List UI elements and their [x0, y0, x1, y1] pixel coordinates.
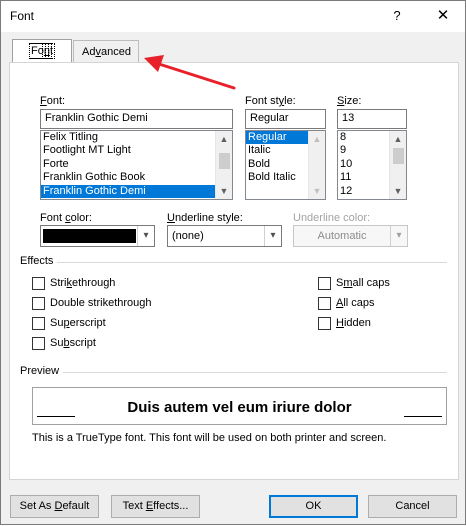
underline-style-dropdown[interactable]: (none) ▾: [167, 225, 282, 247]
font-color-label: Font color:: [40, 212, 92, 224]
checkbox-label: Strikethrough: [50, 277, 116, 289]
preview-baseline-left: [37, 416, 75, 417]
scroll-up-icon: ▲: [312, 134, 322, 144]
checkbox-label: Superscript: [50, 317, 106, 329]
preview-sample-text: Duis autem vel eum iriure dolor: [127, 399, 352, 416]
style-list-item[interactable]: Italic: [246, 144, 308, 157]
checkbox-box[interactable]: [318, 297, 331, 310]
cancel-button[interactable]: Cancel: [368, 495, 457, 518]
style-list-item[interactable]: Bold Italic: [246, 171, 308, 184]
tab-font-label: Font: [28, 43, 56, 59]
preview-note: This is a TrueType font. This font will …: [32, 432, 387, 444]
size-list[interactable]: 8 9 10 11 12 ▲ ▼: [337, 130, 407, 200]
size-list-item[interactable]: 11: [338, 171, 389, 184]
scroll-down-icon[interactable]: ▼: [216, 183, 232, 199]
title-bar: Font ? ✕: [1, 1, 465, 32]
help-button[interactable]: ?: [386, 5, 408, 27]
style-list-item[interactable]: Bold: [246, 158, 308, 171]
font-color-dropdown[interactable]: ▾: [40, 225, 155, 247]
effects-divider: [20, 262, 447, 263]
effects-title: Effects: [20, 255, 58, 267]
checkbox-box[interactable]: [318, 277, 331, 290]
underline-color-dropdown: Automatic ▾: [293, 225, 408, 247]
preview-divider: [20, 372, 447, 373]
set-as-default-button[interactable]: Set As Default: [10, 495, 99, 518]
preview-box: Duis autem vel eum iriure dolor: [32, 387, 447, 425]
checkbox-box[interactable]: [32, 317, 45, 330]
font-color-swatch: [43, 229, 136, 243]
scroll-up-icon[interactable]: ▲: [216, 131, 232, 147]
checkbox-label: Hidden: [336, 317, 371, 329]
size-input[interactable]: 13: [337, 109, 407, 129]
checkbox-label: Small caps: [336, 277, 390, 289]
font-style-list[interactable]: Regular Italic Bold Bold Italic ▲ ▼: [245, 130, 326, 200]
underline-color-value: Automatic: [317, 230, 367, 242]
font-list-item[interactable]: Franklin Gothic Demi: [41, 184, 215, 198]
size-list-scrollbar[interactable]: ▲ ▼: [389, 131, 406, 199]
scroll-down-icon[interactable]: ▼: [390, 183, 406, 199]
underline-style-value: (none): [172, 230, 204, 242]
checkbox-label: Double strikethrough: [50, 297, 152, 309]
tab-advanced-label: Advanced: [82, 46, 131, 58]
checkbox-box[interactable]: [318, 317, 331, 330]
font-dialog: Font ? ✕ Font Advanced Font: Franklin Go…: [0, 0, 466, 525]
ok-button[interactable]: OK: [269, 495, 358, 518]
chevron-down-icon: ▾: [390, 226, 407, 246]
size-list-item[interactable]: 8: [338, 131, 389, 144]
scroll-thumb[interactable]: [219, 153, 230, 169]
font-label: Font:: [40, 95, 66, 107]
underline-color-label: Underline color:: [293, 212, 371, 224]
font-list-item[interactable]: Franklin Gothic Book: [41, 171, 215, 184]
style-list-item[interactable]: Regular: [246, 131, 308, 145]
underline-style-label: Underline style:: [167, 212, 243, 224]
checkbox-box[interactable]: [32, 277, 45, 290]
font-name-list[interactable]: Felix Titling Footlight MT Light Forte Fran…: [40, 130, 233, 200]
checkbox-label: Subscript: [50, 337, 96, 349]
font-list-item[interactable]: Footlight MT Light: [41, 144, 215, 157]
size-list-item[interactable]: 9: [338, 144, 389, 157]
scroll-up-icon[interactable]: ▲: [390, 131, 406, 147]
scroll-down-icon: ▼: [312, 186, 322, 196]
window-title: Font: [10, 9, 35, 23]
preview-title: Preview: [20, 365, 64, 377]
checkbox-label: All caps: [336, 297, 375, 309]
font-style-input[interactable]: Regular: [245, 109, 326, 129]
text-effects-button[interactable]: Text Effects...: [111, 495, 200, 518]
font-list-item[interactable]: Felix Titling: [41, 131, 215, 144]
checkbox-box[interactable]: [32, 297, 45, 310]
size-list-item[interactable]: 12: [338, 185, 389, 198]
size-label: Size:: [337, 95, 362, 107]
font-style-label: Font style:: [245, 95, 296, 107]
font-list-scrollbar[interactable]: ▲ ▼: [215, 131, 232, 199]
tab-advanced[interactable]: Advanced: [73, 40, 139, 63]
chevron-down-icon[interactable]: ▾: [264, 226, 281, 246]
tab-font[interactable]: Font: [12, 39, 72, 64]
scroll-thumb[interactable]: [393, 148, 404, 164]
checkbox-box[interactable]: [32, 337, 45, 350]
chevron-down-icon[interactable]: ▾: [137, 226, 154, 246]
font-list-item[interactable]: Forte: [41, 158, 215, 171]
close-button[interactable]: ✕: [431, 5, 455, 27]
font-name-input[interactable]: Franklin Gothic Demi: [40, 109, 233, 129]
size-list-item[interactable]: 10: [338, 158, 389, 171]
preview-baseline-right: [404, 416, 442, 417]
style-list-scrollbar: ▲ ▼: [308, 131, 325, 199]
